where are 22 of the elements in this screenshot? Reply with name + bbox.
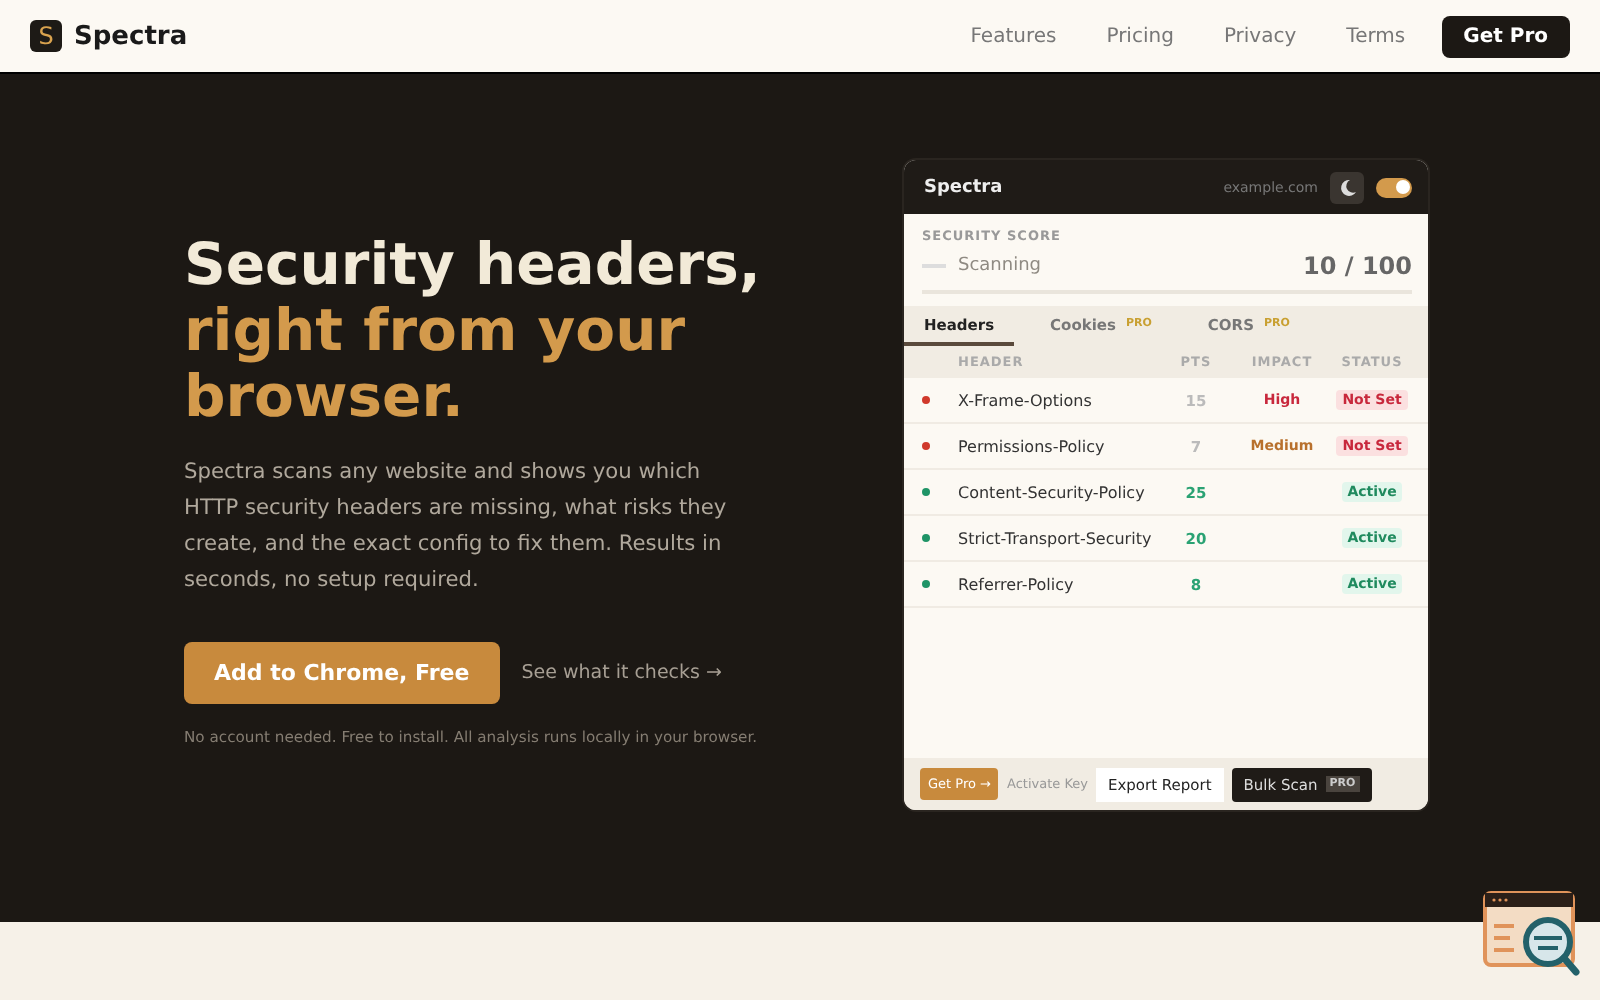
see-checks-link[interactable]: See what it checks → — [521, 662, 722, 684]
add-to-chrome-button[interactable]: Add to Chrome, Free — [184, 642, 500, 704]
header-name: Content-Security-Policy — [956, 483, 1147, 501]
header-name: Strict-Transport-Security — [956, 529, 1154, 547]
get-pro-button[interactable]: Get Pro — [1441, 15, 1570, 57]
popup-title: Spectra — [924, 177, 1003, 197]
description: Spectra scans any website and shows you which HTTP security headers are missing, what risks they create, and the exact config to fix them. Results in seconds, no setup required. — [184, 458, 729, 596]
brand-name: Spectra — [74, 21, 188, 51]
browser-search-icon[interactable] — [1482, 890, 1582, 978]
nav-link[interactable]: Terms — [1346, 25, 1406, 47]
header-name: Referrer-Policy — [956, 575, 1076, 593]
toggle-switch[interactable] — [1376, 177, 1412, 197]
logo-icon: S — [30, 20, 62, 52]
headline: Security headers, right from your browser. — [184, 232, 763, 430]
scanning-text: Scanning — [958, 256, 1042, 276]
header-name: X-Frame-Options — [956, 391, 1094, 409]
header-name: Permissions-Policy — [956, 437, 1107, 455]
nav-link[interactable]: Pricing — [1106, 25, 1174, 47]
nav-link[interactable]: Features — [970, 25, 1057, 47]
moon-icon[interactable] — [1330, 171, 1364, 203]
nav-link[interactable]: Privacy — [1223, 25, 1297, 47]
score-value: 10 / 100 — [1303, 252, 1412, 280]
